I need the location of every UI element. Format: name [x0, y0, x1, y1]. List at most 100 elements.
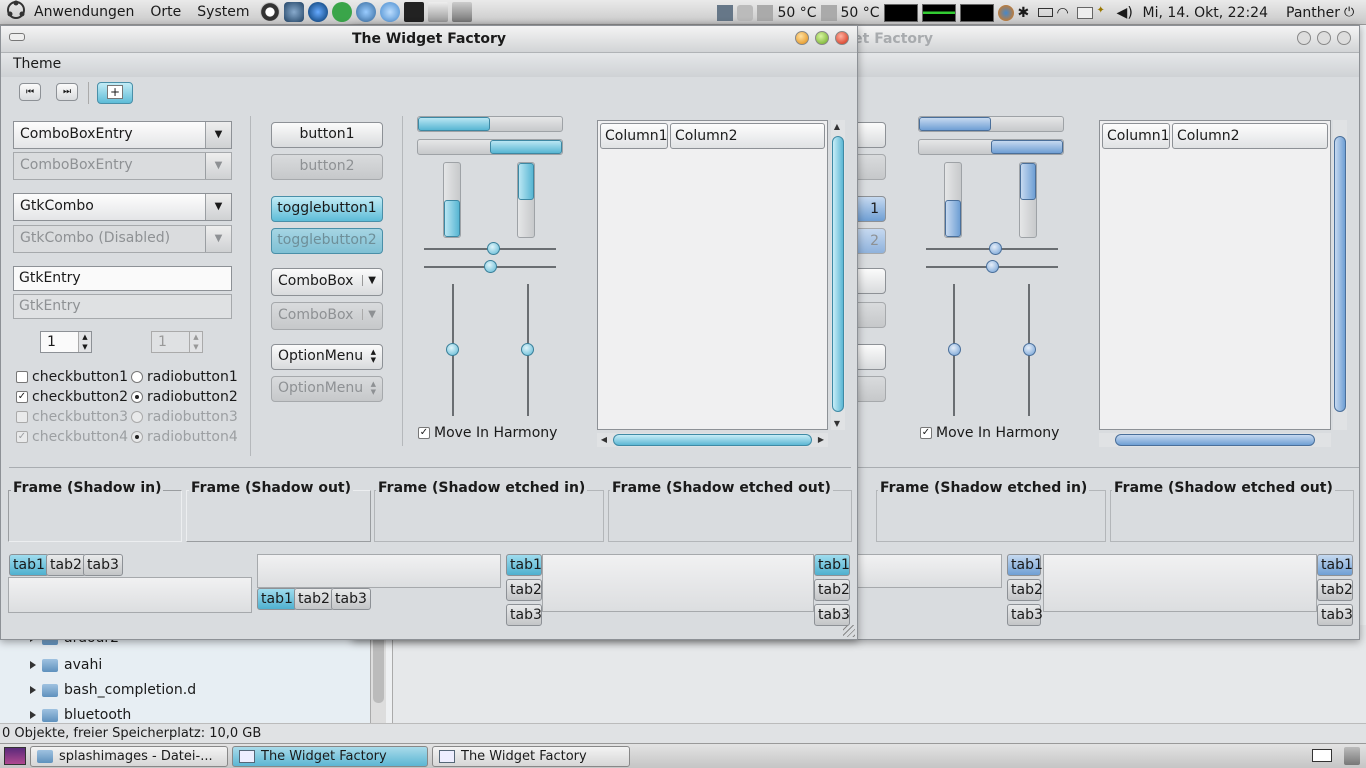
volume-icon[interactable]: ◀): [1117, 5, 1133, 21]
mail-icon[interactable]: [1076, 6, 1093, 19]
scrollbar-thumb[interactable]: [373, 633, 384, 703]
bluetooth-icon[interactable]: ✱: [1018, 5, 1034, 21]
combo-box-entry[interactable]: ComboBoxEntry ▼: [13, 121, 232, 149]
network-icon[interactable]: [283, 2, 304, 22]
close-button[interactable]: [835, 31, 849, 45]
task-file-manager[interactable]: splashimages - Datei-...: [30, 745, 228, 767]
tab-1[interactable]: tab1: [9, 554, 49, 576]
hscale-knob[interactable]: [986, 260, 999, 273]
checkbox[interactable]: ✓: [16, 391, 28, 403]
tree-hscrollbar[interactable]: [1099, 433, 1331, 447]
gtk-entry[interactable]: GtkEntry: [13, 266, 232, 291]
menu-places[interactable]: Orte: [142, 4, 189, 20]
display-icon[interactable]: [717, 4, 734, 21]
radiobutton1[interactable]: radiobutton1: [131, 369, 238, 385]
resize-grip-icon[interactable]: [843, 625, 855, 637]
radio[interactable]: [131, 371, 143, 383]
move-in-harmony-check[interactable]: ✓ Move In Harmony: [418, 425, 557, 441]
dropdown-arrow-icon[interactable]: ▼: [205, 194, 231, 220]
checkbutton2[interactable]: ✓ checkbutton2: [16, 389, 128, 405]
tree-vscrollbar[interactable]: [1333, 120, 1347, 430]
expander-icon[interactable]: [30, 661, 36, 669]
help-icon[interactable]: [259, 2, 280, 22]
column-header-2[interactable]: Column2: [670, 123, 825, 149]
tree-view[interactable]: Column1 Column2: [1099, 120, 1331, 430]
move-in-harmony-check[interactable]: ✓ Move In Harmony: [920, 425, 1059, 441]
people-icon[interactable]: [355, 2, 376, 22]
scrollbar-thumb[interactable]: [832, 136, 844, 412]
task-widget-factory-2[interactable]: The Widget Factory: [432, 745, 630, 767]
tab-3[interactable]: tab3: [814, 604, 850, 626]
tab-1[interactable]: tab1: [1317, 554, 1353, 576]
minimize-button[interactable]: [1297, 31, 1311, 45]
firefox-icon[interactable]: [997, 4, 1014, 21]
network-monitor[interactable]: [959, 3, 994, 22]
messenger-icon[interactable]: [379, 2, 400, 22]
memory-monitor[interactable]: [921, 3, 956, 22]
tab-3[interactable]: tab3: [1007, 604, 1043, 626]
scrollbar-thumb[interactable]: [613, 434, 812, 446]
scrollbar-thumb[interactable]: [1115, 434, 1315, 446]
vscale-knob[interactable]: [1023, 343, 1036, 356]
menu-theme[interactable]: Theme: [13, 56, 61, 72]
maximize-button[interactable]: [1317, 31, 1331, 45]
column-header-2[interactable]: Column2: [1172, 123, 1328, 149]
show-desktop-icon[interactable]: [4, 747, 26, 765]
hscale-knob[interactable]: [487, 242, 500, 255]
titlebar[interactable]: The Widget Factory: [1, 26, 857, 53]
clock[interactable]: Mi, 14. Okt, 22:24: [1143, 5, 1268, 21]
vscale-knob[interactable]: [446, 343, 459, 356]
tab-3[interactable]: tab3: [83, 554, 123, 576]
checkbox[interactable]: ✓: [920, 427, 932, 439]
last-icon[interactable]: ⏭: [56, 83, 78, 101]
scroll-up-icon[interactable]: ▲: [831, 122, 843, 131]
combobox[interactable]: ComboBox ▼: [271, 268, 383, 296]
battery-icon[interactable]: [1037, 8, 1053, 17]
radiobutton2[interactable]: radiobutton2: [131, 389, 238, 405]
add-button[interactable]: +: [97, 82, 133, 104]
username[interactable]: Panther: [1286, 5, 1340, 21]
task-widget-factory-1[interactable]: The Widget Factory: [232, 745, 428, 767]
optionmenu[interactable]: OptionMenu ▲ ▼: [271, 344, 383, 370]
tab-3[interactable]: tab3: [1317, 604, 1353, 626]
scrollbar-thumb[interactable]: [1334, 136, 1346, 412]
menu-system[interactable]: System: [189, 4, 257, 20]
updown-arrows-icon[interactable]: ▲ ▼: [371, 348, 376, 364]
spin-button[interactable]: 1 ▲ ▼: [40, 331, 92, 353]
trash-icon[interactable]: [1344, 747, 1360, 765]
togglebutton1[interactable]: togglebutton1: [271, 196, 383, 222]
skype-icon[interactable]: [331, 2, 352, 22]
dropdown-arrow-icon[interactable]: ▼: [362, 275, 376, 286]
widget-factory-window[interactable]: The Widget Factory Theme ⏮ ⏭ + ComboBoxE…: [0, 25, 858, 640]
tree-item[interactable]: avahi: [30, 654, 102, 676]
tree-vscrollbar[interactable]: ▲ ▼: [831, 120, 845, 430]
scroll-left-icon[interactable]: ◀: [598, 435, 610, 444]
vscale-knob[interactable]: [948, 343, 961, 356]
workspace-switcher[interactable]: [1312, 749, 1332, 762]
tab-2[interactable]: tab2: [46, 554, 86, 576]
radio[interactable]: [131, 391, 143, 403]
hscale-knob[interactable]: [989, 242, 1002, 255]
checkbox[interactable]: ✓: [418, 427, 430, 439]
tab-2[interactable]: tab2: [506, 579, 542, 601]
screenshot-icon[interactable]: [451, 2, 472, 22]
spin-arrows-icon[interactable]: ▲ ▼: [78, 332, 91, 352]
notification-icon[interactable]: ✦: [1097, 5, 1113, 21]
printer-icon[interactable]: [427, 2, 448, 22]
vscale-knob[interactable]: [521, 343, 534, 356]
tab-2[interactable]: tab2: [294, 588, 334, 610]
menu-applications[interactable]: Anwendungen: [26, 4, 142, 20]
tab-3[interactable]: tab3: [506, 604, 542, 626]
browser-icon[interactable]: [307, 2, 328, 22]
column-header-1[interactable]: Column1: [1102, 123, 1170, 149]
tab-2[interactable]: tab2: [1317, 579, 1353, 601]
ubuntu-logo-icon[interactable]: [0, 0, 26, 24]
button1[interactable]: button1: [271, 122, 383, 148]
tab-2[interactable]: tab2: [1007, 579, 1043, 601]
expander-icon[interactable]: [30, 686, 36, 694]
scroll-right-icon[interactable]: ▶: [815, 435, 827, 444]
tab-1[interactable]: tab1: [257, 588, 297, 610]
cpu-monitor[interactable]: [883, 3, 918, 22]
tab-3[interactable]: tab3: [331, 588, 371, 610]
first-icon[interactable]: ⏮: [19, 83, 41, 101]
